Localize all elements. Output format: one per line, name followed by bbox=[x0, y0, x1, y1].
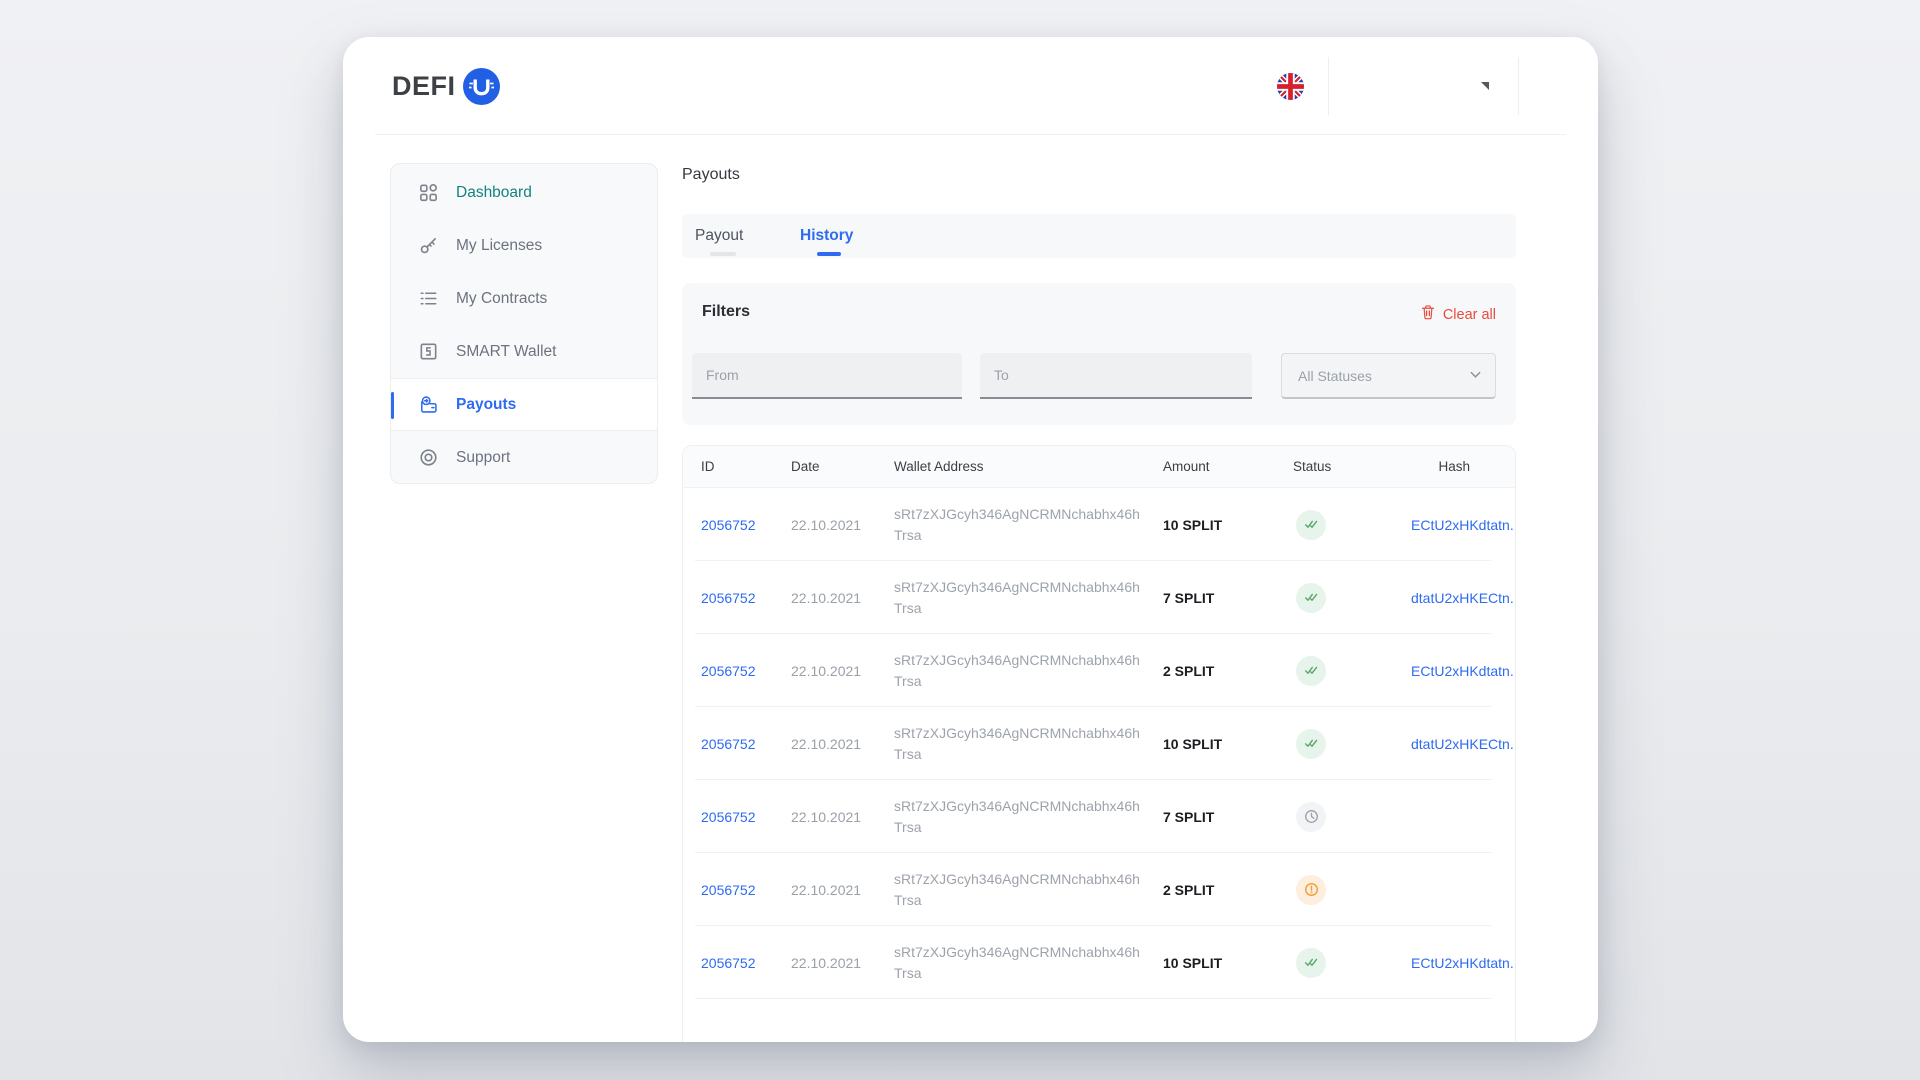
tab-history[interactable]: History bbox=[800, 214, 853, 258]
payout-amount: 7 SPLIT bbox=[1163, 590, 1293, 606]
header-border bbox=[375, 134, 1566, 135]
payout-date: 22.10.2021 bbox=[791, 663, 894, 679]
wallet-address: sRt7zXJGcyh346AgNCRMNchabhx46hTrsa bbox=[894, 942, 1146, 983]
sidebar-item-my-contracts[interactable]: My Contracts bbox=[391, 272, 657, 325]
warning-alert-icon bbox=[1296, 875, 1326, 905]
payout-date: 22.10.2021 bbox=[791, 590, 894, 606]
dropdown-caret-icon[interactable] bbox=[1481, 82, 1489, 90]
brand-logo[interactable]: DEFI bbox=[392, 37, 500, 135]
date-to-input[interactable] bbox=[980, 353, 1252, 399]
payout-id-link[interactable]: 2056752 bbox=[701, 517, 791, 533]
header-divider bbox=[1328, 57, 1329, 115]
tx-hash-link[interactable]: ECtU2xHKdtatn... bbox=[1411, 663, 1516, 679]
sidebar-item-support[interactable]: Support bbox=[391, 431, 657, 484]
payout-amount: 10 SPLIT bbox=[1163, 955, 1293, 971]
success-double-check-icon bbox=[1296, 948, 1326, 978]
table-row: 2056752 22.10.2021 sRt7zXJGcyh346AgNCRMN… bbox=[683, 926, 1515, 999]
table-header-row: IDDateWallet AddressAmountStatusHash bbox=[683, 446, 1515, 488]
date-from-input[interactable] bbox=[692, 353, 962, 399]
wallet-address: sRt7zXJGcyh346AgNCRMNchabhx46hTrsa bbox=[894, 796, 1146, 837]
status-select[interactable]: All Statuses bbox=[1281, 353, 1496, 399]
payout-id-link[interactable]: 2056752 bbox=[701, 663, 791, 679]
wallet-address: sRt7zXJGcyh346AgNCRMNchabhx46hTrsa bbox=[894, 650, 1146, 691]
success-double-check-icon bbox=[1296, 510, 1326, 540]
column-header-status: Status bbox=[1293, 459, 1411, 474]
success-double-check-icon bbox=[1296, 729, 1326, 759]
payout-date: 22.10.2021 bbox=[791, 882, 894, 898]
payout-id-link[interactable]: 2056752 bbox=[701, 809, 791, 825]
column-header-id: ID bbox=[701, 459, 791, 474]
sidebar-item-payouts[interactable]: Payouts bbox=[391, 378, 657, 431]
sidebar-nav: Dashboard My Licenses My Contracts SMART… bbox=[390, 163, 658, 484]
tab-underline bbox=[710, 252, 736, 256]
table-row: 2056752 22.10.2021 sRt7zXJGcyh346AgNCRMN… bbox=[683, 488, 1515, 561]
contract-list-icon bbox=[417, 288, 439, 310]
tx-hash-link[interactable]: dtatU2xHKECtn... bbox=[1411, 736, 1516, 752]
payout-date: 22.10.2021 bbox=[791, 809, 894, 825]
logo-coin-icon bbox=[463, 68, 500, 105]
table-row: 2056752 22.10.2021 sRt7zXJGcyh346AgNCRMN… bbox=[683, 853, 1515, 926]
column-header-date: Date bbox=[791, 459, 894, 474]
payout-id-link[interactable]: 2056752 bbox=[701, 590, 791, 606]
smart-wallet-icon bbox=[417, 341, 439, 363]
chevron-down-icon bbox=[1469, 368, 1482, 384]
tab-bar: Payout History bbox=[682, 214, 1516, 258]
wallet-address: sRt7zXJGcyh346AgNCRMNchabhx46hTrsa bbox=[894, 869, 1146, 910]
sidebar-item-smart-wallet[interactable]: SMART Wallet bbox=[391, 325, 657, 378]
tab-payout[interactable]: Payout bbox=[695, 214, 743, 258]
header-divider bbox=[1518, 57, 1519, 115]
column-header-hash: Hash bbox=[1411, 459, 1515, 474]
sidebar-item-dashboard[interactable]: Dashboard bbox=[391, 166, 657, 219]
payout-amount: 10 SPLIT bbox=[1163, 736, 1293, 752]
payout-id-link[interactable]: 2056752 bbox=[701, 736, 791, 752]
dashboard-icon bbox=[417, 182, 439, 204]
payout-amount: 7 SPLIT bbox=[1163, 809, 1293, 825]
key-icon bbox=[417, 235, 439, 257]
success-double-check-icon bbox=[1296, 583, 1326, 613]
payout-id-link[interactable]: 2056752 bbox=[701, 882, 791, 898]
page-title: Payouts bbox=[682, 166, 740, 184]
tx-hash-link[interactable]: ECtU2xHKdtatn... bbox=[1411, 955, 1516, 971]
payout-date: 22.10.2021 bbox=[791, 736, 894, 752]
sidebar-item-my-licenses[interactable]: My Licenses bbox=[391, 219, 657, 272]
top-header: DEFI bbox=[343, 37, 1598, 135]
filters-title: Filters bbox=[702, 303, 750, 321]
payout-amount: 10 SPLIT bbox=[1163, 517, 1293, 533]
tx-hash-link[interactable]: ECtU2xHKdtatn... bbox=[1411, 517, 1516, 533]
pending-clock-icon bbox=[1296, 802, 1326, 832]
payout-wallet-icon bbox=[417, 394, 439, 416]
table-row: 2056752 22.10.2021 sRt7zXJGcyh346AgNCRMN… bbox=[683, 707, 1515, 780]
table-body: 2056752 22.10.2021 sRt7zXJGcyh346AgNCRMN… bbox=[683, 488, 1515, 999]
app-window: DEFI Dashboard My bbox=[343, 37, 1598, 1042]
brand-name: DEFI bbox=[392, 71, 456, 102]
table-row: 2056752 22.10.2021 sRt7zXJGcyh346AgNCRMN… bbox=[683, 561, 1515, 634]
payout-id-link[interactable]: 2056752 bbox=[701, 955, 791, 971]
payout-amount: 2 SPLIT bbox=[1163, 663, 1293, 679]
payout-history-table: IDDateWallet AddressAmountStatusHash 205… bbox=[682, 445, 1516, 1042]
success-double-check-icon bbox=[1296, 656, 1326, 686]
filters-panel: Filters Clear all All Statuses bbox=[682, 283, 1516, 425]
payout-date: 22.10.2021 bbox=[791, 517, 894, 533]
payout-date: 22.10.2021 bbox=[791, 955, 894, 971]
column-header-wallet-address: Wallet Address bbox=[894, 459, 1163, 474]
column-header-amount: Amount bbox=[1163, 459, 1293, 474]
wallet-address: sRt7zXJGcyh346AgNCRMNchabhx46hTrsa bbox=[894, 723, 1146, 764]
table-row: 2056752 22.10.2021 sRt7zXJGcyh346AgNCRMN… bbox=[683, 634, 1515, 707]
wallet-address: sRt7zXJGcyh346AgNCRMNchabhx46hTrsa bbox=[894, 504, 1146, 545]
tab-underline bbox=[817, 252, 841, 256]
trash-icon bbox=[1420, 304, 1436, 325]
table-row: 2056752 22.10.2021 sRt7zXJGcyh346AgNCRMN… bbox=[683, 780, 1515, 853]
tx-hash-link[interactable]: dtatU2xHKECtn... bbox=[1411, 590, 1516, 606]
clear-all-button[interactable]: Clear all bbox=[1420, 304, 1496, 325]
wallet-address: sRt7zXJGcyh346AgNCRMNchabhx46hTrsa bbox=[894, 577, 1146, 618]
uk-flag-icon[interactable] bbox=[1277, 73, 1304, 100]
support-icon bbox=[417, 447, 439, 469]
payout-amount: 2 SPLIT bbox=[1163, 882, 1293, 898]
